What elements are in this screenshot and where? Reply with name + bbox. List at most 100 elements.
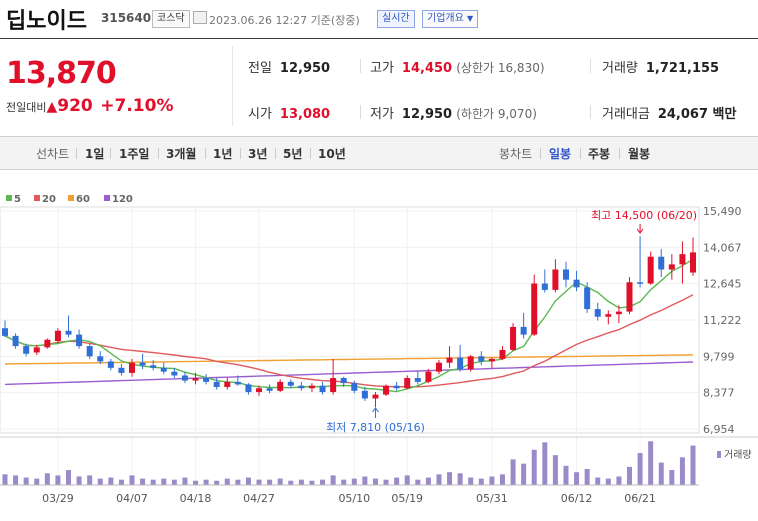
volume-bar [182, 477, 188, 485]
candle [573, 270, 580, 292]
x-tick-label: 03/29 [42, 492, 74, 505]
volume-bar [637, 453, 643, 485]
candle-body [266, 388, 273, 391]
candle-body [139, 362, 146, 366]
volume-bar [108, 477, 114, 485]
volume-bar [330, 475, 336, 485]
ma5-line [4, 258, 694, 393]
candle-body [478, 356, 485, 362]
candle [594, 302, 601, 321]
volume-bar [383, 479, 389, 485]
candle-body [340, 378, 347, 384]
x-tick-label: 04/07 [116, 492, 148, 505]
candle-body [383, 385, 390, 395]
candle [520, 312, 527, 339]
candle [330, 358, 337, 395]
volume-legend-label: 거래량 [724, 449, 752, 461]
volume-bar [574, 472, 580, 485]
volume-bar [510, 459, 516, 485]
candle [435, 360, 442, 375]
candle [552, 259, 559, 293]
candle-body [499, 349, 506, 359]
candle [637, 236, 644, 288]
x-tick-label: 04/18 [180, 492, 212, 505]
candle-body [54, 330, 61, 341]
candle [308, 383, 315, 393]
candle [531, 274, 538, 336]
volume-bar [478, 478, 484, 485]
volume-legend-swatch [717, 451, 721, 458]
x-tick-label: 05/10 [338, 492, 370, 505]
volume-bar [66, 470, 72, 485]
candle [54, 328, 61, 344]
candle-body [668, 264, 675, 270]
candle [107, 358, 114, 371]
candle [668, 254, 675, 280]
candlestick-chart[interactable]: 15,490 14,067 12,645 11,222 9,799 8,377 6,954 0… [0, 0, 758, 521]
candle-body [414, 378, 421, 382]
candle [224, 378, 231, 390]
candle-body [541, 283, 548, 290]
candle-body [658, 256, 665, 270]
volume-bar [626, 466, 632, 485]
candle-body [2, 328, 8, 336]
volume-bar [203, 479, 209, 485]
candle [605, 310, 612, 325]
candle-body [573, 279, 580, 288]
candle-body [203, 378, 210, 382]
candle-body [118, 367, 125, 373]
volume-bar [531, 449, 537, 485]
volume-bar [679, 457, 685, 485]
volume-bar [298, 479, 304, 485]
candle-body [457, 357, 464, 370]
candle-body [160, 367, 167, 372]
candle-body [330, 378, 337, 393]
y-tick-label: 12,645 [703, 278, 742, 291]
candle [2, 320, 8, 338]
volume-bar [23, 477, 29, 485]
candle [383, 384, 390, 396]
candle-body [23, 346, 30, 354]
volume-bar [372, 478, 378, 485]
candle [118, 363, 125, 376]
volume-bar [309, 480, 315, 485]
volume-bar [552, 455, 558, 485]
volume-bar [425, 477, 431, 485]
volume-bar [457, 473, 463, 485]
candle-body [33, 347, 40, 353]
candle-body [192, 378, 199, 381]
candle-body [425, 371, 432, 382]
candle-body [690, 252, 696, 273]
y-tick-label: 14,067 [703, 241, 742, 254]
volume-bar [224, 478, 230, 485]
volume-bar [584, 469, 590, 485]
volume-bar [648, 441, 654, 485]
candle [76, 329, 83, 349]
candle-body [86, 346, 93, 357]
volume-bar [97, 478, 103, 485]
candle-body [213, 381, 220, 387]
candle-body [234, 381, 241, 385]
candle-body [605, 314, 612, 317]
y-tick-label: 11,222 [703, 314, 742, 327]
candle-body [224, 381, 231, 387]
x-tick-label: 05/19 [391, 492, 423, 505]
candle [658, 249, 665, 278]
volume-bar [171, 479, 177, 485]
candle [372, 392, 379, 408]
candle [12, 333, 19, 349]
candle-body [584, 287, 591, 310]
volume-bar [44, 473, 50, 485]
candle-body [107, 361, 114, 368]
candle-body [372, 394, 379, 399]
candle-body [488, 358, 495, 362]
candle-body [520, 326, 527, 335]
candle [277, 379, 284, 393]
volume-bar [34, 478, 40, 485]
y-tick-label: 8,377 [703, 387, 735, 400]
candle-body [467, 356, 474, 370]
volume-bar [129, 475, 135, 485]
candle [65, 315, 72, 338]
candle [203, 374, 210, 385]
candle-body [319, 385, 326, 393]
